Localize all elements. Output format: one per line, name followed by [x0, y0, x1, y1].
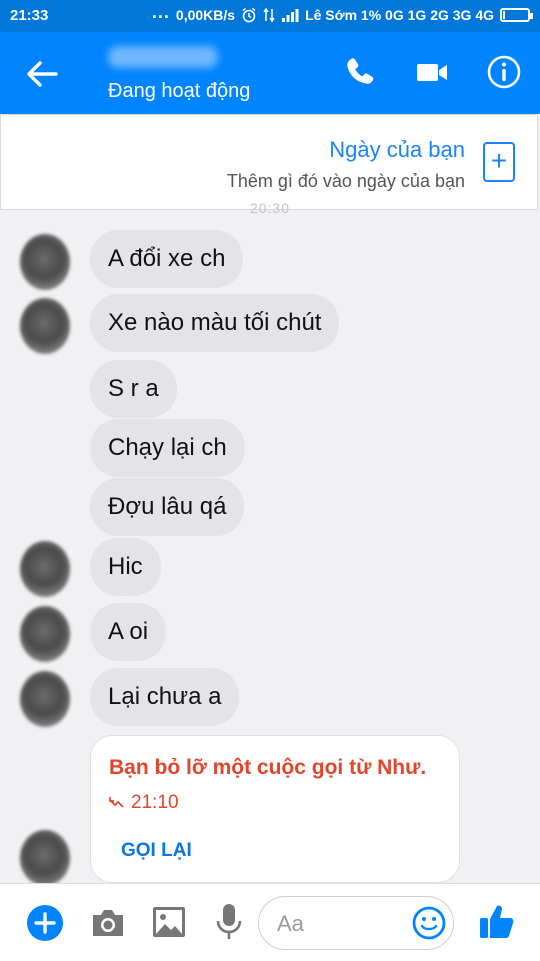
- your-day-banner[interactable]: Ngày của bạn Thêm gì đó vào ngày của bạn…: [0, 114, 538, 210]
- missed-call-text: Bạn bỏ lỡ một cuộc gọi từ Như.: [109, 756, 427, 779]
- clock: 21:33: [10, 7, 49, 24]
- missed-call-card: Bạn bỏ lỡ một cuộc gọi từ Như. 21:10 GỌI…: [90, 735, 460, 883]
- call-back-button[interactable]: GỌI LẠI: [121, 840, 192, 862]
- missed-call-time: 21:10: [131, 792, 179, 813]
- message-bubble[interactable]: Đợu lâu qá: [90, 478, 245, 536]
- contact-name-blurred[interactable]: [108, 46, 218, 68]
- status-bar: 21:33 ... 0,00KB/s Lê Sớm 1% 0G 1G 2G 3G…: [0, 0, 540, 32]
- microphone-icon[interactable]: [216, 902, 242, 942]
- phone-icon[interactable]: [340, 52, 380, 92]
- message-bubble[interactable]: S r a: [90, 360, 177, 418]
- carrier-label: Lê Sớm 1% 0G 1G 2G 3G 4G: [305, 7, 494, 23]
- avatar[interactable]: [20, 606, 70, 662]
- network-speed: 0,00KB/s: [175, 7, 236, 23]
- message-timestamp: 20:30: [249, 200, 291, 216]
- composer-bar: [0, 883, 540, 961]
- presence-status: Đang hoạt động: [108, 80, 251, 102]
- thumbs-up-icon[interactable]: [478, 902, 516, 942]
- avatar[interactable]: [20, 671, 70, 727]
- signal-icon: [282, 9, 299, 22]
- avatar[interactable]: [20, 298, 70, 354]
- avatar[interactable]: [20, 830, 70, 886]
- message-input[interactable]: [275, 905, 409, 943]
- banner-subtitle: Thêm gì đó vào ngày của bạn: [226, 171, 465, 191]
- data-transfer-icon: [263, 7, 275, 23]
- message-bubble[interactable]: Xe nào màu tối chút: [90, 294, 340, 352]
- plus-circle-icon[interactable]: [26, 904, 64, 942]
- video-camera-icon[interactable]: [412, 52, 452, 92]
- ellipsis-icon: ...: [151, 2, 170, 22]
- info-icon[interactable]: [484, 52, 524, 92]
- banner-title: Ngày của bạn: [329, 137, 465, 162]
- message-bubble[interactable]: Chạy lại ch: [90, 419, 245, 477]
- message-bubble[interactable]: A oi: [90, 603, 167, 661]
- arrow-left-icon[interactable]: [22, 54, 62, 94]
- avatar[interactable]: [20, 541, 70, 597]
- avatar[interactable]: [20, 234, 70, 290]
- message-bubble[interactable]: Lại chưa a: [90, 668, 240, 726]
- missed-call-time-row: 21:10: [109, 792, 179, 814]
- missed-call-icon: [109, 797, 124, 808]
- status-icons: ... 0,00KB/s Lê Sớm 1% 0G 1G 2G 3G 4G: [152, 2, 533, 23]
- plus-square-icon[interactable]: +: [483, 142, 515, 182]
- conversation-header: Đang hoạt động: [0, 32, 540, 114]
- alarm-clock-icon: [242, 7, 256, 23]
- battery-icon: [500, 8, 533, 22]
- message-bubble[interactable]: A đổi xe ch: [90, 230, 244, 288]
- image-icon[interactable]: [152, 906, 186, 938]
- message-bubble[interactable]: Hic: [90, 538, 161, 596]
- camera-icon[interactable]: [90, 906, 126, 940]
- emoji-icon[interactable]: [412, 906, 446, 940]
